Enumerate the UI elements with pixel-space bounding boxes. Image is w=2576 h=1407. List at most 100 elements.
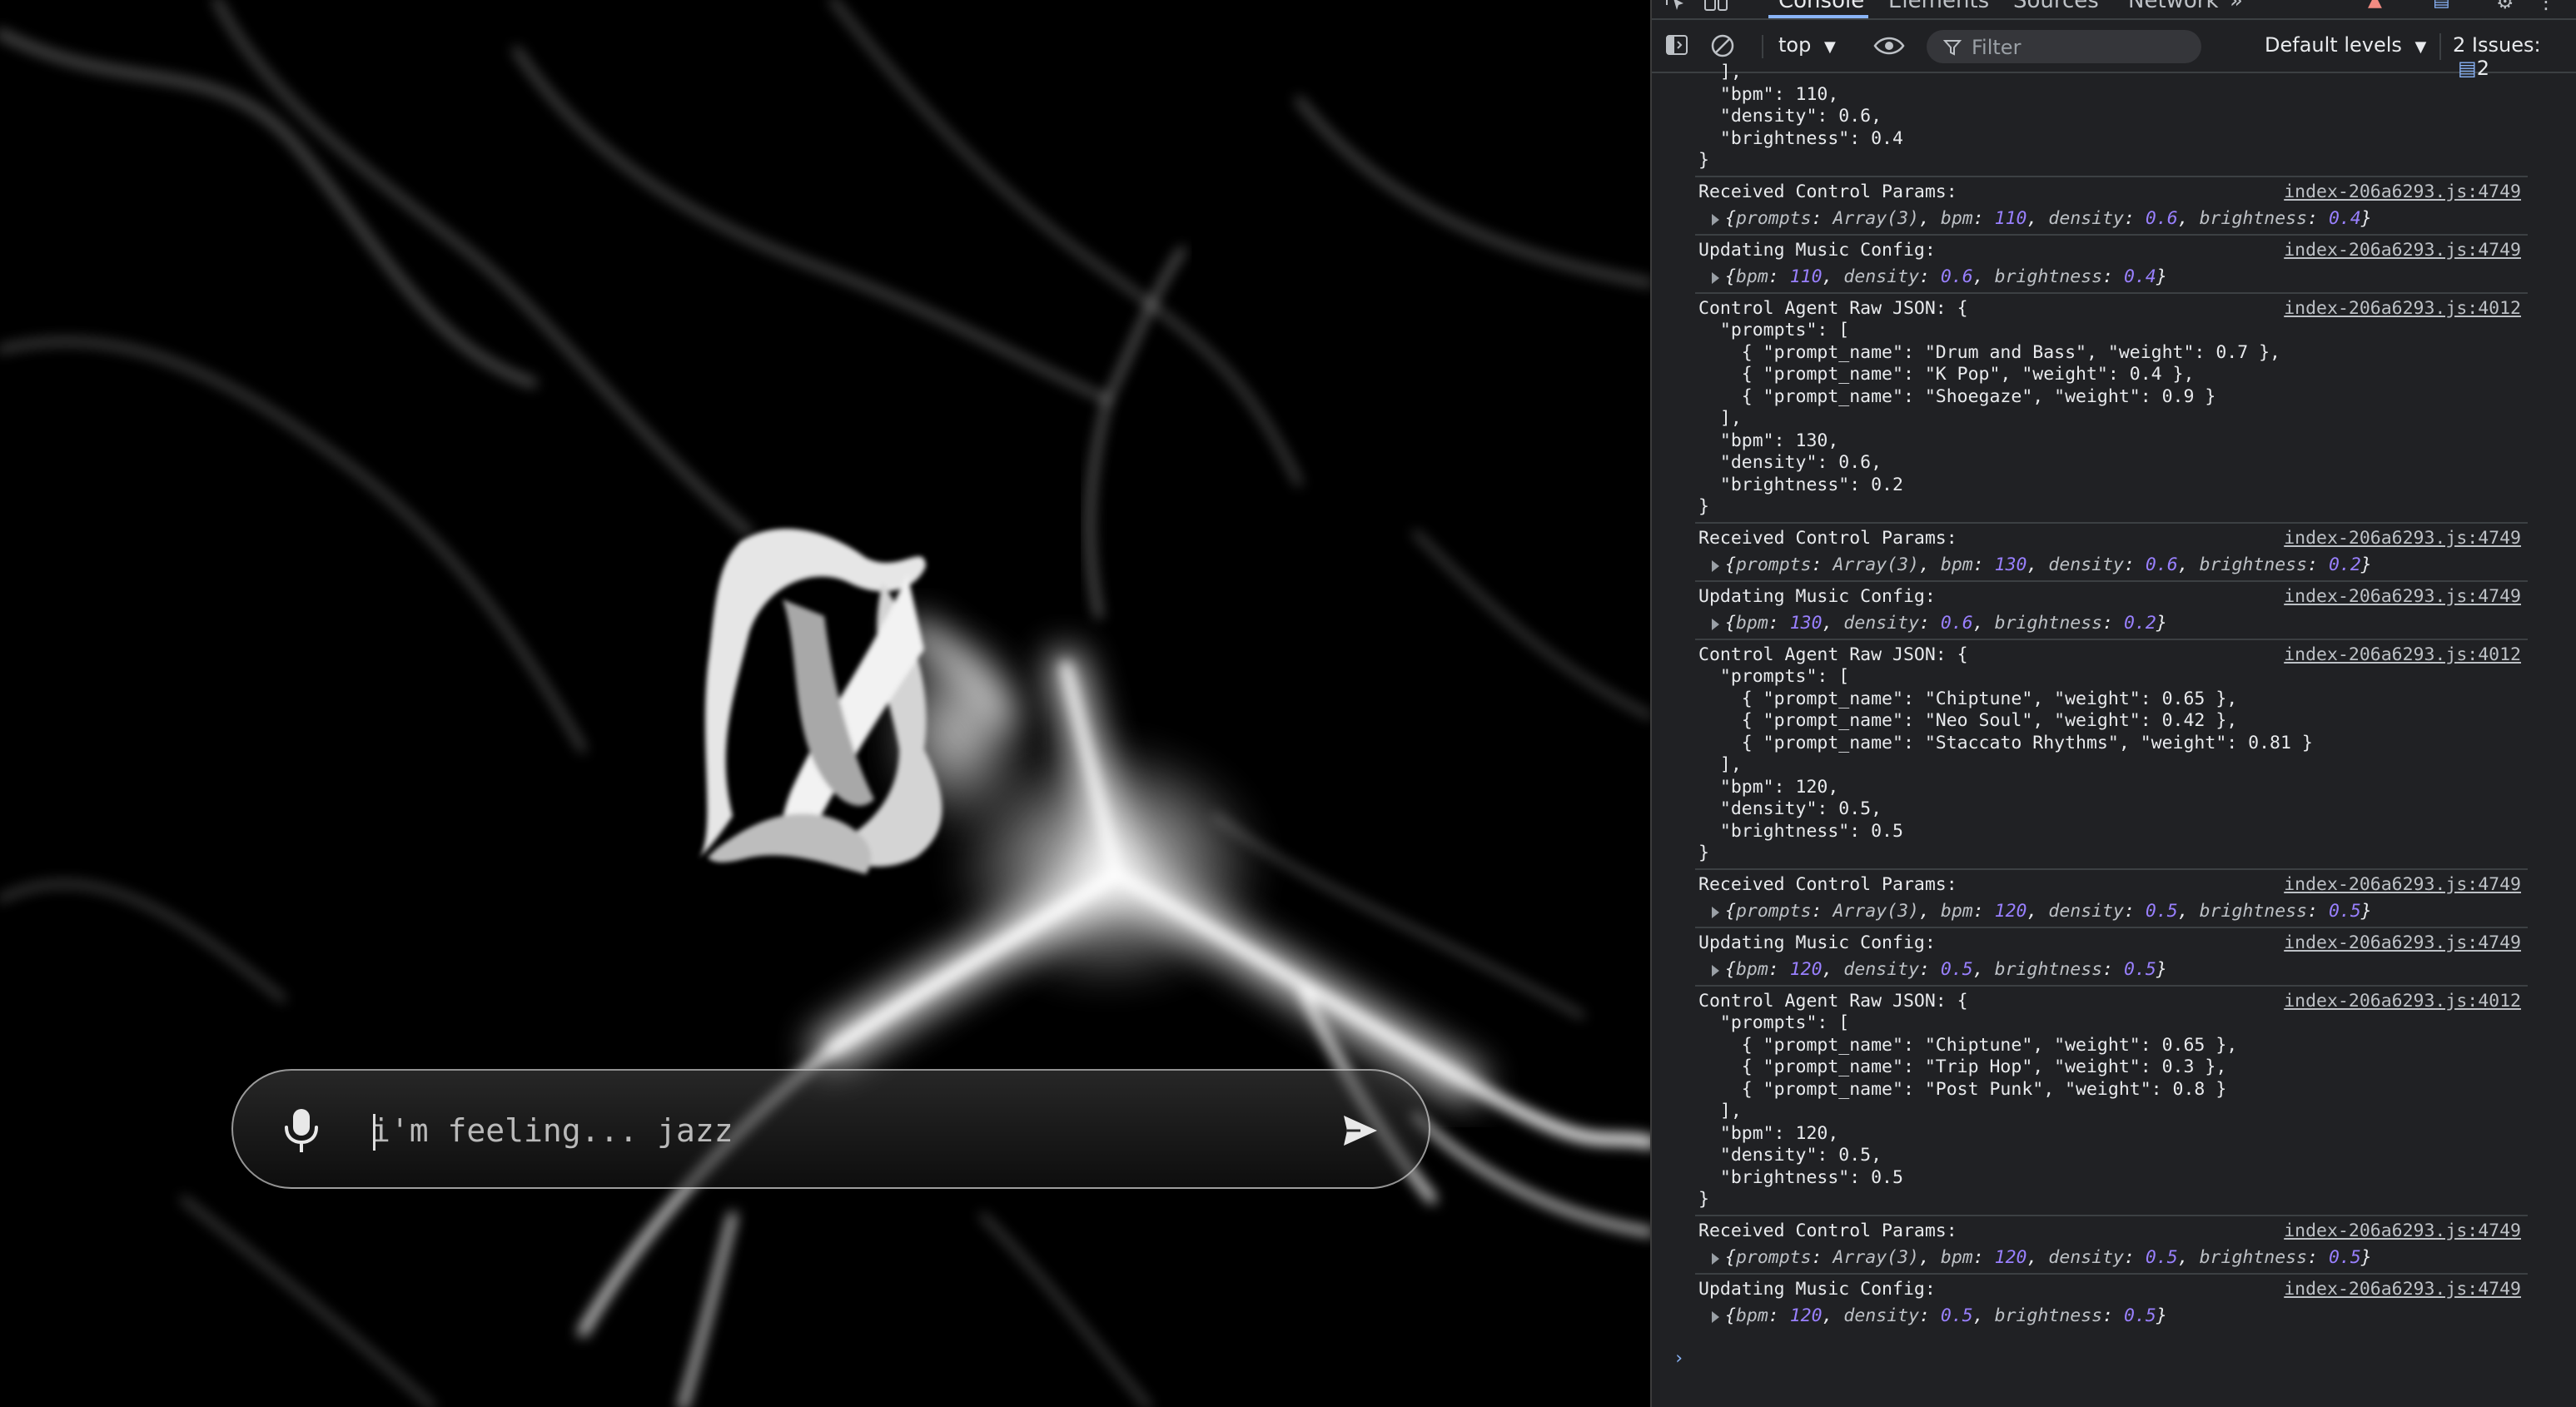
active-tab-indicator xyxy=(1768,15,1868,18)
expand-triangle-icon[interactable] xyxy=(1712,965,1719,977)
message-separator xyxy=(1695,1214,2528,1216)
log-levels-dropdown[interactable]: Default levels ▼ xyxy=(2265,33,2426,57)
object-key: brightness xyxy=(1994,1305,2103,1326)
console-message: Control Agent Raw JSON: { "prompts": [ {… xyxy=(1652,991,2576,1211)
source-link[interactable]: index-206a6293.js:4749 xyxy=(2284,528,2521,550)
source-link[interactable]: index-206a6293.js:4012 xyxy=(2284,644,2521,667)
message-separator xyxy=(1695,521,2528,524)
object-value: Array(3) xyxy=(1833,901,1920,922)
expand-triangle-icon[interactable] xyxy=(1712,619,1719,630)
smoke-background xyxy=(0,0,1650,1407)
send-icon[interactable] xyxy=(1340,1111,1380,1151)
filter-placeholder: Filter xyxy=(1972,36,2022,59)
logged-object-preview: {prompts: Array(3), bpm: 120, density: 0… xyxy=(1725,901,2372,922)
visualizer-canvas xyxy=(0,0,1650,1407)
object-value: 0.6 xyxy=(2145,208,2178,229)
object-key: bpm xyxy=(1940,554,1973,575)
microphone-icon[interactable] xyxy=(283,1107,320,1154)
object-value: 0.5 xyxy=(2124,959,2156,980)
log-text: Control Agent Raw JSON: { "prompts": [ {… xyxy=(1698,297,2280,518)
object-key: bpm xyxy=(1940,208,1973,229)
console-message[interactable]: {prompts: Array(3), bpm: 120, density: 0… xyxy=(1652,1247,2576,1270)
logged-object-preview: {bpm: 130, density: 0.6, brightness: 0.2… xyxy=(1725,613,2167,634)
object-key: bpm xyxy=(1940,901,1973,922)
console-message: Received Control Params: index-206a6293.j… xyxy=(1652,181,2576,204)
sidebar-toggle-icon[interactable] xyxy=(1665,33,1688,62)
console-message[interactable]: {bpm: 110, density: 0.6, brightness: 0.4… xyxy=(1652,266,2576,289)
tab-console[interactable]: Console xyxy=(1778,0,1864,13)
source-link[interactable]: index-206a6293.js:4749 xyxy=(2284,586,2521,609)
object-value: Array(3) xyxy=(1833,1247,1920,1268)
object-value: 0.5 xyxy=(2145,901,2178,922)
expand-triangle-icon[interactable] xyxy=(1712,560,1719,572)
toolbar-divider xyxy=(2439,33,2441,60)
object-value: 110 xyxy=(1994,208,2027,229)
warning-icon[interactable]: ▲ xyxy=(2368,0,2382,11)
object-value: 130 xyxy=(1789,613,1823,634)
source-link[interactable]: index-206a6293.js:4012 xyxy=(2284,298,2521,321)
settings-gear-icon[interactable]: ⚙ xyxy=(2496,0,2514,13)
filter-icon xyxy=(1943,40,1962,56)
source-link[interactable]: index-206a6293.js:4749 xyxy=(2284,181,2521,204)
tab-elements[interactable]: Elements xyxy=(1888,0,1989,13)
console-message[interactable]: {bpm: 120, density: 0.5, brightness: 0.5… xyxy=(1652,1305,2576,1328)
console-message: Updating Music Config: index-206a6293.js:… xyxy=(1652,932,2576,955)
log-label: Received Control Params: xyxy=(1698,181,1957,202)
more-options-icon[interactable]: ⋮ xyxy=(2536,0,2556,13)
inspect-element-icon[interactable] xyxy=(1665,0,1688,15)
object-key: density xyxy=(2048,208,2124,229)
console-message[interactable]: {prompts: Array(3), bpm: 130, density: 0… xyxy=(1652,554,2576,577)
clear-console-icon[interactable] xyxy=(1710,33,1735,63)
object-value: 0.4 xyxy=(2124,266,2156,287)
object-key: density xyxy=(1843,1305,1920,1326)
context-label: top xyxy=(1778,33,1812,57)
live-expression-eye-icon[interactable] xyxy=(1873,33,1905,63)
object-value: 0.5 xyxy=(2145,1247,2178,1268)
log-label: Received Control Params: xyxy=(1698,873,1957,895)
object-key: density xyxy=(1843,266,1920,287)
console-filter-input[interactable]: Filter xyxy=(1927,30,2201,63)
logged-object-preview: {prompts: Array(3), bpm: 130, density: 0… xyxy=(1725,554,2372,575)
object-key: prompts xyxy=(1735,208,1812,229)
source-link[interactable]: index-206a6293.js:4749 xyxy=(2284,874,2521,897)
context-selector[interactable]: top ▼ xyxy=(1778,33,1836,57)
object-value: 0.6 xyxy=(1940,613,1973,634)
expand-triangle-icon[interactable] xyxy=(1712,1253,1719,1265)
console-message: ], "bpm": 110, "density": 0.6, "brightne… xyxy=(1652,62,2576,172)
object-key: brightness xyxy=(2199,1247,2308,1268)
object-key: density xyxy=(2048,1247,2124,1268)
device-toolbar-icon[interactable] xyxy=(1703,0,1728,15)
object-value: 0.5 xyxy=(1940,1305,1973,1326)
expand-triangle-icon[interactable] xyxy=(1712,1311,1719,1323)
expand-triangle-icon[interactable] xyxy=(1712,214,1719,226)
console-message[interactable]: {prompts: Array(3), bpm: 120, density: 0… xyxy=(1652,901,2576,923)
chevron-down-icon: ▼ xyxy=(2414,38,2427,56)
source-link[interactable]: index-206a6293.js:4749 xyxy=(2284,932,2521,955)
console-message[interactable]: {bpm: 130, density: 0.6, brightness: 0.2… xyxy=(1652,613,2576,635)
message-icon[interactable]: ▤ xyxy=(2433,0,2450,11)
source-link[interactable]: index-206a6293.js:4012 xyxy=(2284,991,2521,1013)
tab-sources[interactable]: Sources xyxy=(2013,0,2099,13)
message-separator xyxy=(1695,638,2528,640)
source-link[interactable]: index-206a6293.js:4749 xyxy=(2284,1221,2521,1243)
source-link[interactable]: index-206a6293.js:4749 xyxy=(2284,1279,2521,1301)
console-message: Updating Music Config: index-206a6293.js:… xyxy=(1652,586,2576,609)
logged-object-preview: {bpm: 120, density: 0.5, brightness: 0.5… xyxy=(1725,959,2167,980)
tab-network[interactable]: Network xyxy=(2128,0,2219,13)
expand-triangle-icon[interactable] xyxy=(1712,272,1719,284)
log-levels-label: Default levels xyxy=(2265,33,2402,57)
object-key: density xyxy=(2048,554,2124,575)
console-message[interactable]: {bpm: 120, density: 0.5, brightness: 0.5… xyxy=(1652,959,2576,982)
log-label: Received Control Params: xyxy=(1698,1220,1957,1241)
message-separator xyxy=(1695,579,2528,582)
source-link[interactable]: index-206a6293.js:4749 xyxy=(2284,240,2521,262)
log-label: Updating Music Config: xyxy=(1698,932,1936,953)
more-tabs-icon[interactable]: » xyxy=(2230,0,2243,13)
message-separator xyxy=(1695,1272,2528,1275)
console-message[interactable]: {prompts: Array(3), bpm: 110, density: 0… xyxy=(1652,208,2576,231)
console-message: Received Control Params: index-206a6293.j… xyxy=(1652,528,2576,550)
object-value: 0.4 xyxy=(2328,208,2361,229)
expand-triangle-icon[interactable] xyxy=(1712,907,1719,918)
mood-prompt-input[interactable] xyxy=(371,1099,1287,1162)
toolbar-divider xyxy=(1762,35,1763,58)
